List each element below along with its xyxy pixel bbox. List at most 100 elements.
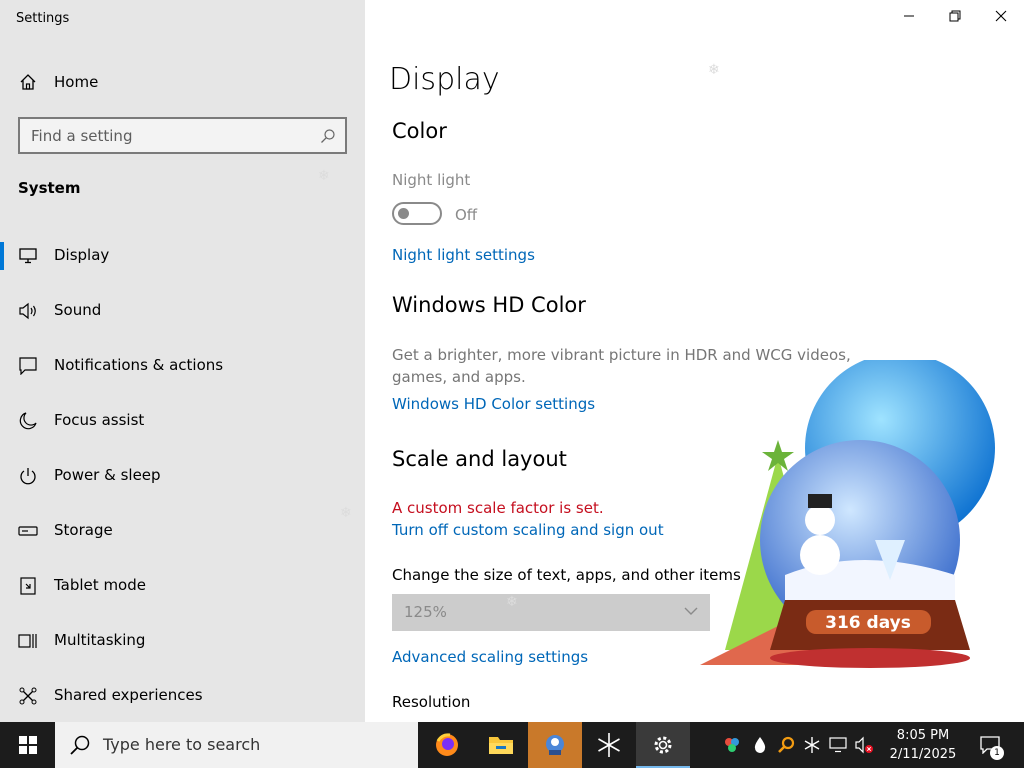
colorful-app-icon: [725, 738, 739, 752]
app-icon: [546, 735, 564, 755]
tray-volume-icon[interactable]: [854, 735, 874, 755]
night-light-toggle[interactable]: [392, 202, 442, 225]
hd-color-settings-link[interactable]: Windows HD Color settings: [392, 395, 595, 413]
size-label: Change the size of text, apps, and other…: [392, 566, 741, 584]
snow-globe-countdown-widget[interactable]: 316 days: [690, 353, 1010, 680]
notification-icon: [18, 356, 38, 376]
settings-icon: [654, 736, 672, 754]
sidebar-item-label: Notifications & actions: [54, 356, 224, 374]
close-button[interactable]: [978, 0, 1024, 32]
tray-snowflake-icon[interactable]: [802, 735, 822, 755]
search-placeholder: Find a setting: [31, 127, 133, 145]
resolution-label: Resolution: [392, 693, 471, 711]
tray-network-icon[interactable]: [828, 735, 848, 755]
settings-window: Settings Home Find a setting System Disp…: [0, 0, 1024, 768]
days-countdown-label: 316 days: [825, 613, 911, 633]
taskbar-file-explorer[interactable]: [474, 722, 528, 768]
search-icon: [70, 735, 90, 755]
color-heading: Color: [392, 119, 447, 143]
storage-icon: [18, 521, 38, 541]
minimize-icon: [904, 15, 914, 17]
windows-logo-icon: [18, 736, 37, 754]
sidebar-item-label: Sound: [54, 301, 102, 319]
home-label: Home: [54, 73, 99, 91]
toggle-knob: [398, 208, 409, 219]
find-setting-input[interactable]: Find a setting: [18, 117, 347, 154]
close-icon: [995, 10, 1007, 22]
shared-icon: [18, 686, 38, 706]
sidebar-item-multitasking[interactable]: Multitasking: [0, 619, 365, 663]
network-icon: [829, 737, 847, 753]
sidebar-item-label: Multitasking: [54, 631, 146, 649]
minimize-button[interactable]: [886, 0, 932, 32]
system-clock[interactable]: 8:05 PM 2/11/2025: [880, 726, 966, 764]
hd-color-heading: Windows HD Color: [392, 293, 586, 317]
tray-search-tool-icon[interactable]: [776, 735, 796, 755]
snowflake-decoration: ❄: [708, 62, 720, 78]
night-light-settings-link[interactable]: Night light settings: [392, 246, 535, 264]
page-title: Display: [389, 62, 500, 97]
section-title: System: [18, 179, 81, 197]
water-drop-icon: [754, 737, 766, 753]
clock-time: 8:05 PM: [896, 728, 950, 743]
snowflake-decoration: ❄: [318, 168, 330, 184]
power-icon: [18, 466, 38, 486]
sidebar-item-notifications[interactable]: Notifications & actions: [0, 344, 365, 388]
snowflake-decoration: ❄: [506, 594, 518, 610]
tablet-icon: [18, 576, 38, 596]
sidebar-item-focus-assist[interactable]: Focus assist: [0, 399, 365, 443]
sidebar-item-power-sleep[interactable]: Power & sleep: [0, 454, 365, 498]
home-nav-item[interactable]: Home: [0, 62, 365, 102]
snowflake-icon: [804, 737, 820, 753]
volume-muted-icon: [855, 736, 873, 754]
night-light-label: Night light: [392, 171, 471, 189]
snow-globe-icon: 316 days: [700, 353, 995, 668]
snowflake-decoration: ❄: [340, 505, 352, 521]
start-button[interactable]: [0, 722, 55, 768]
notification-count-badge: 1: [990, 746, 1004, 760]
sidebar-item-label: Focus assist: [54, 411, 145, 429]
taskbar-search-box[interactable]: Type here to search: [55, 722, 418, 768]
search-icon: [320, 128, 336, 144]
scale-dropdown[interactable]: 125%: [392, 594, 710, 631]
sidebar-item-storage[interactable]: Storage: [0, 509, 365, 553]
taskbar: Type here to search 8:05 PM 2/11/2025 1: [0, 722, 1024, 768]
sidebar-item-label: Storage: [54, 521, 113, 539]
taskbar-search-placeholder: Type here to search: [103, 735, 261, 754]
tray-app-icon[interactable]: [722, 735, 742, 755]
sidebar: Settings Home Find a setting System Disp…: [0, 0, 365, 722]
multitasking-icon: [18, 631, 38, 651]
clock-date: 2/11/2025: [889, 747, 957, 762]
sidebar-item-label: Shared experiences: [54, 686, 203, 704]
app-title: Settings: [16, 11, 70, 26]
restore-button[interactable]: [932, 0, 978, 32]
snowflake-app-icon: [598, 733, 620, 757]
scale-layout-heading: Scale and layout: [392, 447, 567, 471]
taskbar-firefox[interactable]: [420, 722, 474, 768]
tray-drop-icon[interactable]: [750, 735, 770, 755]
turn-off-custom-scaling-link[interactable]: Turn off custom scaling and sign out: [392, 521, 664, 539]
sidebar-item-label: Display: [54, 246, 110, 264]
home-icon: [18, 72, 38, 92]
taskbar-snowflake-app[interactable]: [582, 722, 636, 768]
sidebar-item-label: Tablet mode: [54, 576, 146, 594]
action-center-button[interactable]: 1: [972, 722, 1008, 768]
sidebar-item-label: Power & sleep: [54, 466, 161, 484]
speaker-icon: [18, 301, 38, 321]
monitor-icon: [18, 246, 38, 266]
sidebar-item-sound[interactable]: Sound: [0, 289, 365, 333]
taskbar-settings[interactable]: [636, 722, 690, 768]
firefox-icon: [436, 733, 458, 756]
night-light-state: Off: [455, 206, 478, 224]
scale-value: 125%: [404, 603, 447, 621]
file-explorer-icon: [489, 737, 513, 754]
magnifier-icon: [778, 736, 795, 753]
moon-icon: [18, 411, 38, 431]
custom-scale-warning: A custom scale factor is set.: [392, 499, 604, 517]
advanced-scaling-link[interactable]: Advanced scaling settings: [392, 648, 588, 666]
sidebar-item-tablet-mode[interactable]: Tablet mode: [0, 564, 365, 608]
restore-icon: [949, 10, 961, 22]
taskbar-app[interactable]: [528, 722, 582, 768]
sidebar-item-shared-experiences[interactable]: Shared experiences: [0, 674, 365, 718]
sidebar-item-display[interactable]: Display: [0, 234, 365, 278]
